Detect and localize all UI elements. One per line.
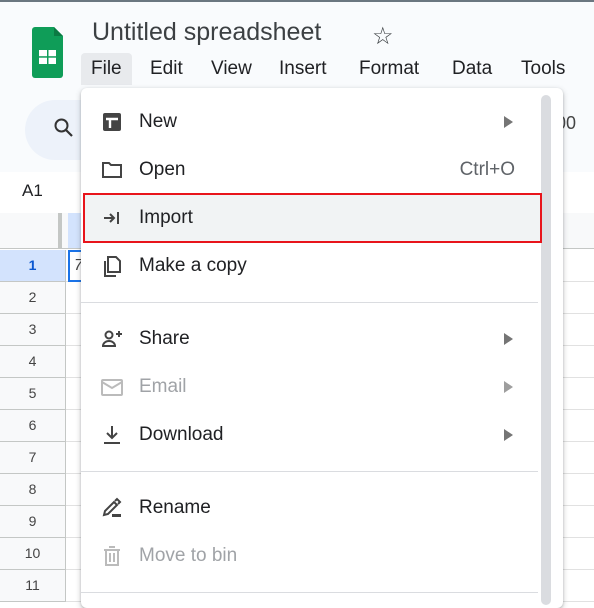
star-icon[interactable]: ☆ bbox=[372, 22, 394, 51]
row-header[interactable]: 11 bbox=[0, 570, 66, 602]
document-title[interactable]: Untitled spreadsheet bbox=[92, 18, 321, 47]
row-header[interactable]: 9 bbox=[0, 506, 66, 538]
row-header[interactable]: 10 bbox=[0, 538, 66, 570]
menu-divider bbox=[81, 471, 538, 472]
menu-item-move-to-bin[interactable]: Move to bin bbox=[84, 532, 541, 580]
submenu-arrow-icon bbox=[504, 116, 513, 128]
menu-item-label: Move to bin bbox=[139, 545, 238, 566]
menu-divider bbox=[81, 302, 538, 303]
menu-item-import[interactable]: Import bbox=[83, 193, 542, 243]
menu-divider bbox=[81, 592, 538, 593]
menu-item-email[interactable]: Email bbox=[84, 363, 541, 411]
menu-item-label: Make a copy bbox=[139, 255, 247, 276]
rename-icon bbox=[102, 497, 122, 517]
row-header[interactable]: 2 bbox=[0, 282, 66, 314]
menu-format[interactable]: Format bbox=[349, 53, 429, 85]
menu-item-share[interactable]: Share bbox=[84, 315, 541, 363]
row-header[interactable]: 7 bbox=[0, 442, 66, 474]
menu-item-label: New bbox=[139, 111, 178, 132]
row-header[interactable]: 4 bbox=[0, 346, 66, 378]
menu-item-label: Open bbox=[139, 159, 186, 180]
menu-item-label: Email bbox=[139, 376, 187, 397]
submenu-arrow-icon bbox=[504, 333, 513, 345]
menu-tools[interactable]: Tools bbox=[511, 53, 575, 85]
email-icon bbox=[101, 379, 123, 396]
row-header[interactable]: 6 bbox=[0, 410, 66, 442]
copy-icon bbox=[104, 256, 121, 277]
name-box[interactable]: A1 bbox=[22, 181, 43, 201]
menu-item-open[interactable]: Open Ctrl+O bbox=[84, 146, 541, 194]
row-header[interactable]: 5 bbox=[0, 378, 66, 410]
select-all-corner[interactable] bbox=[0, 213, 62, 248]
menu-file[interactable]: File bbox=[81, 53, 132, 85]
menu-item-new[interactable]: New bbox=[84, 98, 541, 146]
row-header[interactable]: 3 bbox=[0, 314, 66, 346]
submenu-arrow-icon bbox=[504, 381, 513, 393]
menu-view[interactable]: View bbox=[201, 53, 262, 85]
menu-item-label: Share bbox=[139, 328, 190, 349]
menu-item-download[interactable]: Download bbox=[84, 411, 541, 459]
sheets-logo-icon bbox=[32, 27, 63, 78]
menu-insert[interactable]: Insert bbox=[269, 53, 337, 85]
submenu-arrow-icon bbox=[504, 429, 513, 441]
row-header[interactable]: 8 bbox=[0, 474, 66, 506]
menu-edit[interactable]: Edit bbox=[140, 53, 193, 85]
folder-icon bbox=[102, 162, 122, 178]
new-sheet-icon bbox=[103, 113, 121, 131]
menu-item-make-a-copy[interactable]: Make a copy bbox=[84, 242, 541, 290]
search-icon bbox=[54, 118, 73, 137]
person-add-icon bbox=[101, 330, 122, 347]
menu-data[interactable]: Data bbox=[442, 53, 502, 85]
menu-item-label: Rename bbox=[139, 497, 211, 518]
row-header[interactable]: 1 bbox=[0, 250, 66, 282]
download-icon bbox=[104, 426, 120, 444]
menu-scrollbar[interactable] bbox=[541, 95, 551, 605]
shortcut-label: Ctrl+O bbox=[459, 159, 515, 180]
menu-item-label: Import bbox=[139, 207, 193, 228]
import-icon bbox=[104, 212, 119, 224]
trash-icon bbox=[104, 546, 120, 566]
menu-item-rename[interactable]: Rename bbox=[84, 484, 541, 532]
menu-item-label: Download bbox=[139, 424, 224, 445]
